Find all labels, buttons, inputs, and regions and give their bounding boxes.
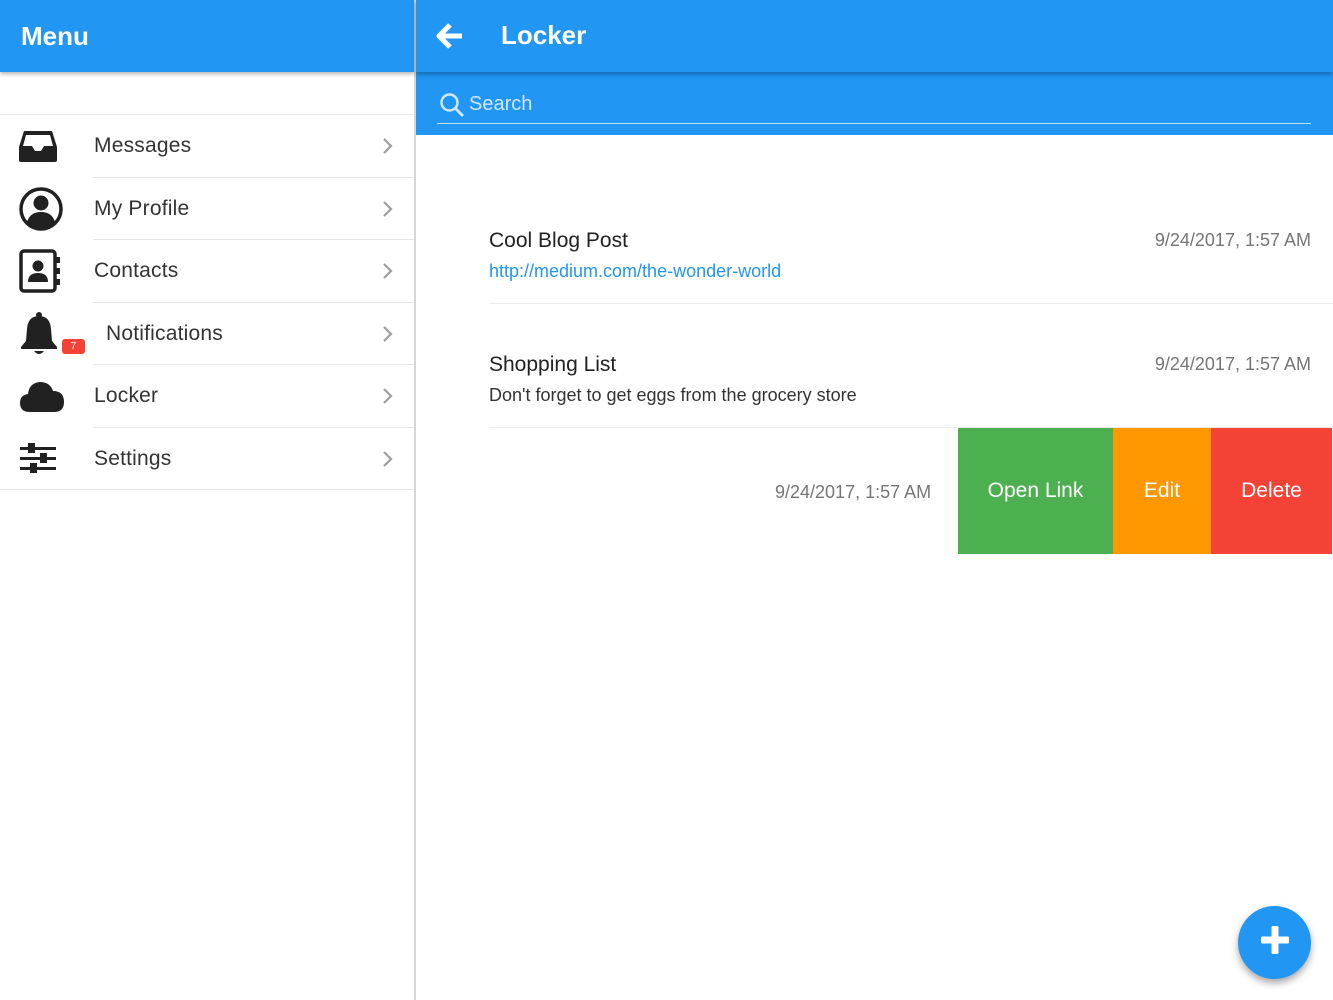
menu-item-label: Settings: [94, 446, 172, 470]
page-title: Locker: [501, 20, 587, 50]
item-note: Don't forget to get eggs from the grocer…: [489, 385, 857, 405]
menu-item-label: Notifications: [106, 321, 223, 345]
side-menu-title: Menu: [21, 20, 89, 51]
delete-button[interactable]: Delete: [1211, 428, 1332, 554]
list-item[interactable]: Cool Blog Post http://medium.com/the-won…: [416, 180, 1333, 304]
menu-item-label: Locker: [94, 384, 159, 408]
delete-label: Delete: [1241, 479, 1302, 502]
item-date: 9/24/2017, 1:57 AM: [775, 482, 932, 502]
search-field[interactable]: [437, 86, 1311, 124]
user-circle-icon: [18, 186, 66, 232]
menu-list: Messages My Profile Contacts 7 Notificat…: [0, 114, 414, 490]
sliders-icon: [18, 436, 66, 482]
menu-item-label: Contacts: [94, 259, 179, 283]
chevron-right-icon: [381, 200, 395, 218]
open-link-button[interactable]: Open Link: [958, 428, 1113, 554]
chevron-right-icon: [381, 450, 395, 468]
inbox-icon: [18, 123, 66, 169]
item-title: Cool Blog Post: [489, 229, 628, 252]
arrow-left-icon[interactable]: [436, 22, 464, 50]
item-title: Shopping List: [489, 353, 617, 376]
top-app-bar: Locker: [416, 0, 1333, 72]
plus-icon: [1259, 924, 1291, 961]
list-item[interactable]: Shopping List Don't forget to get eggs f…: [416, 304, 1333, 428]
menu-item-my-profile[interactable]: My Profile: [0, 178, 414, 240]
edit-button[interactable]: Edit: [1113, 428, 1211, 554]
chevron-right-icon: [381, 387, 395, 405]
item-link[interactable]: http://medium.com/the-wonder-world: [489, 261, 781, 282]
menu-item-label: My Profile: [94, 196, 190, 220]
cloud-icon: [18, 373, 66, 419]
add-item-button[interactable]: [1238, 906, 1311, 979]
edit-label: Edit: [1143, 479, 1181, 502]
open-link-label: Open Link: [987, 479, 1084, 502]
menu-item-contacts[interactable]: Contacts: [0, 240, 414, 303]
item-date: 9/24/2017, 1:57 AM: [1154, 354, 1311, 374]
search-input[interactable]: [469, 93, 1269, 116]
menu-item-label: Messages: [94, 134, 192, 158]
menu-divider: [0, 489, 414, 490]
search-bar: [416, 72, 1333, 135]
swiped-list-item[interactable]: 9/24/2017, 1:57 AM Open Link Edit Delete: [416, 428, 1333, 554]
menu-item-locker[interactable]: Locker: [0, 365, 414, 428]
notification-badge: 7: [62, 338, 85, 354]
menu-item-notifications[interactable]: 7 Notifications: [0, 303, 414, 365]
side-menu-header: Menu: [0, 0, 414, 72]
chevron-right-icon: [381, 137, 395, 155]
chevron-right-icon: [381, 325, 395, 343]
address-book-icon: [18, 248, 66, 294]
locker-page: Locker Cool Blog Post http://medium.com/…: [416, 0, 1333, 1000]
menu-item-messages[interactable]: Messages: [0, 115, 414, 178]
bell-icon: [18, 311, 66, 357]
search-icon: [439, 92, 465, 118]
locker-list: Cool Blog Post http://medium.com/the-won…: [416, 180, 1333, 554]
side-menu: Menu Messages My Profile Contacts 7 Noti…: [0, 0, 416, 1000]
item-date: 9/24/2017, 1:57 AM: [1154, 230, 1311, 250]
chevron-right-icon: [381, 262, 395, 280]
menu-item-settings[interactable]: Settings: [0, 428, 414, 490]
